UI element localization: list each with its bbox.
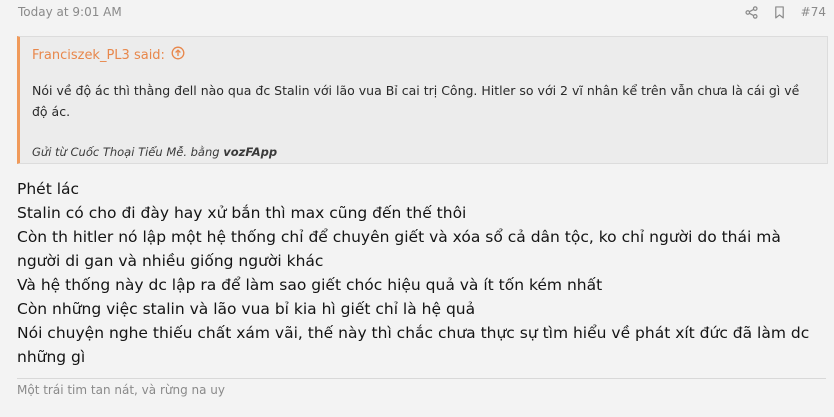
post-timestamp[interactable]: Today at 9:01 AM: [18, 5, 122, 19]
message-line: Còn th hitler nó lập một hệ thống chỉ để…: [17, 228, 781, 270]
quote-author-said: Franciszek_PL3 said:: [32, 47, 165, 63]
forum-post: Today at 9:01 AM #74 Franciszek_PL3 said…: [0, 0, 834, 417]
message-line: Phét lác: [17, 180, 80, 198]
quote-signature-prefix: Gửi từ Cuốc Thoại Tiểu Mễ. bằng: [32, 145, 220, 159]
message-line: Còn những việc stalin và lão vua bỉ kia …: [17, 300, 476, 318]
message-line: Và hệ thống này dc lập ra để làm sao giế…: [17, 276, 603, 294]
quote-author[interactable]: Franciszek_PL3 said:: [32, 46, 185, 64]
message-line: Stalin có cho đi đày hay xử bắn thì max …: [17, 204, 467, 222]
post-number[interactable]: #74: [801, 5, 826, 19]
quote-block: Franciszek_PL3 said: Nói về độ ác thì th…: [17, 36, 828, 164]
share-icon[interactable]: [745, 5, 758, 19]
post-header: Today at 9:01 AM #74: [18, 0, 826, 24]
quote-text: Nói về độ ác thì thằng đell nào qua đc S…: [32, 83, 800, 119]
user-signature: Một trái tim tan nát, và rừng na uy: [17, 383, 225, 397]
post-actions: #74: [745, 5, 826, 19]
bookmark-icon[interactable]: [774, 5, 785, 19]
message-line: Nói chuyện nghe thiếu chất xám vãi, thế …: [17, 324, 810, 366]
quote-signature-app: vozFApp: [223, 145, 278, 159]
quote-signature: Gửi từ Cuốc Thoại Tiểu Mễ. bằng vozFApp: [32, 145, 277, 159]
signature-divider: [17, 378, 826, 379]
post-message: Phét lác Stalin có cho đi đày hay xử bắn…: [17, 177, 827, 369]
arrow-up-circle-icon[interactable]: [171, 46, 185, 64]
